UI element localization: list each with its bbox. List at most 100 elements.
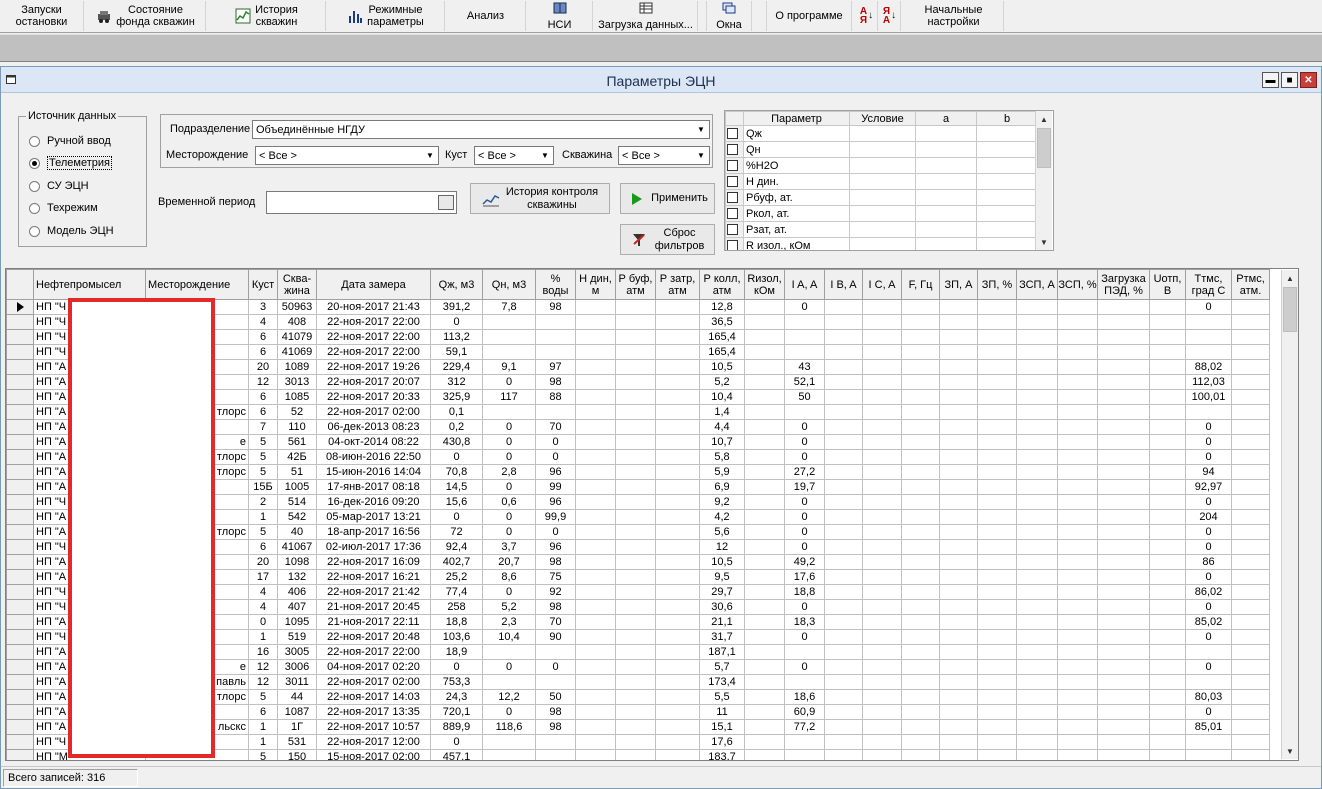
grid-cell[interactable] bbox=[824, 734, 863, 750]
maximize-button[interactable]: ■ bbox=[1281, 72, 1298, 88]
grid-cell[interactable] bbox=[901, 509, 940, 525]
grid-cell[interactable] bbox=[575, 584, 616, 600]
grid-cell[interactable] bbox=[575, 329, 616, 345]
grid-cell[interactable]: 6 bbox=[248, 389, 278, 405]
grid-cell[interactable] bbox=[1149, 404, 1186, 420]
grid-cell[interactable] bbox=[535, 749, 576, 760]
grid-cell[interactable] bbox=[655, 329, 700, 345]
scroll-thumb[interactable] bbox=[1283, 287, 1297, 332]
grid-cell[interactable] bbox=[1231, 329, 1270, 345]
grid-cell[interactable] bbox=[575, 629, 616, 645]
grid-cell[interactable] bbox=[655, 644, 700, 660]
grid-cell[interactable] bbox=[901, 599, 940, 615]
grid-cell[interactable] bbox=[939, 659, 978, 675]
grid-cell[interactable] bbox=[977, 509, 1017, 525]
grid-cell[interactable] bbox=[1231, 359, 1270, 375]
grid-cell[interactable] bbox=[1149, 584, 1186, 600]
grid-cell[interactable] bbox=[977, 479, 1017, 495]
grid-cell[interactable] bbox=[575, 734, 616, 750]
grid-cell[interactable] bbox=[1231, 704, 1270, 720]
grid-cell[interactable]: 98 bbox=[535, 374, 576, 390]
grid-cell[interactable] bbox=[901, 419, 940, 435]
param-checkbox[interactable] bbox=[727, 208, 738, 220]
grid-cell[interactable] bbox=[977, 569, 1017, 585]
grid-cell[interactable]: 0 bbox=[482, 374, 536, 390]
row-indicator[interactable] bbox=[6, 509, 34, 525]
grid-cell[interactable]: 720,1 bbox=[430, 704, 483, 720]
grid-column-header[interactable]: Ттмс, град С bbox=[1185, 269, 1232, 300]
grid-cell[interactable] bbox=[1057, 659, 1098, 675]
grid-cell[interactable]: 406 bbox=[277, 584, 317, 600]
division-combo[interactable]: Объединённые НГДУ ▼ bbox=[252, 120, 710, 139]
grid-cell[interactable] bbox=[1149, 449, 1186, 465]
condition-cell[interactable] bbox=[849, 141, 916, 158]
grid-cell[interactable] bbox=[939, 434, 978, 450]
condition-cell[interactable] bbox=[915, 125, 977, 142]
grid-cell[interactable]: 5 bbox=[248, 449, 278, 465]
grid-cell[interactable]: 85,01 bbox=[1185, 719, 1232, 735]
grid-cell[interactable] bbox=[1097, 344, 1150, 360]
well-history-button[interactable]: История скважин bbox=[208, 1, 326, 31]
grid-cell[interactable] bbox=[655, 689, 700, 705]
grid-cell[interactable]: 1Г bbox=[277, 719, 317, 735]
grid-cell[interactable] bbox=[744, 674, 785, 690]
starts-stops-button[interactable]: Запуски остановки bbox=[0, 1, 84, 31]
grid-cell[interactable]: 0 bbox=[1185, 449, 1232, 465]
grid-cell[interactable] bbox=[824, 479, 863, 495]
grid-column-header[interactable]: Нефтепромысел bbox=[33, 269, 146, 300]
grid-cell[interactable] bbox=[655, 434, 700, 450]
grid-cell[interactable] bbox=[1097, 749, 1150, 760]
grid-cell[interactable]: 77,2 bbox=[784, 719, 825, 735]
grid-cell[interactable]: 229,4 bbox=[430, 359, 483, 375]
grid-cell[interactable] bbox=[862, 569, 902, 585]
grid-cell[interactable] bbox=[1057, 539, 1098, 555]
grid-cell[interactable]: 12,8 bbox=[699, 299, 745, 315]
grid-cell[interactable] bbox=[862, 629, 902, 645]
grid-cell[interactable]: 88,02 bbox=[1185, 359, 1232, 375]
grid-cell[interactable]: 36,5 bbox=[699, 314, 745, 330]
row-indicator[interactable] bbox=[6, 719, 34, 735]
grid-cell[interactable] bbox=[824, 629, 863, 645]
grid-cell[interactable] bbox=[977, 449, 1017, 465]
grid-cell[interactable]: 1087 bbox=[277, 704, 317, 720]
grid-cell[interactable] bbox=[901, 719, 940, 735]
grid-cell[interactable]: 187,1 bbox=[699, 644, 745, 660]
grid-cell[interactable]: 06-дек-2013 08:23 bbox=[316, 419, 431, 435]
param-checkbox[interactable] bbox=[727, 176, 738, 188]
grid-cell[interactable] bbox=[1057, 524, 1098, 540]
grid-cell[interactable] bbox=[862, 449, 902, 465]
grid-cell[interactable] bbox=[1057, 389, 1098, 405]
grid-cell[interactable] bbox=[1016, 374, 1058, 390]
grid-cell[interactable] bbox=[1149, 314, 1186, 330]
grid-cell[interactable] bbox=[615, 629, 656, 645]
grid-cell[interactable]: 85,02 bbox=[1185, 614, 1232, 630]
grid-cell[interactable]: 0,1 bbox=[430, 404, 483, 420]
grid-cell[interactable]: 6 bbox=[248, 539, 278, 555]
grid-cell[interactable]: 11 bbox=[699, 704, 745, 720]
source-radio-su-esp[interactable]: СУ ЭЦН bbox=[29, 179, 89, 193]
grid-cell[interactable] bbox=[1149, 734, 1186, 750]
grid-cell[interactable] bbox=[1016, 344, 1058, 360]
grid-cell[interactable]: 52 bbox=[277, 404, 317, 420]
grid-cell[interactable]: 70,8 bbox=[430, 464, 483, 480]
grid-cell[interactable]: 22-ноя-2017 21:42 bbox=[316, 584, 431, 600]
grid-cell[interactable] bbox=[744, 479, 785, 495]
condition-cell[interactable] bbox=[976, 189, 1038, 206]
grid-cell[interactable] bbox=[744, 554, 785, 570]
grid-cell[interactable]: 18,9 bbox=[430, 644, 483, 660]
grid-cell[interactable] bbox=[939, 704, 978, 720]
grid-cell[interactable]: 04-окт-2014 08:22 bbox=[316, 434, 431, 450]
grid-cell[interactable]: 25,2 bbox=[430, 569, 483, 585]
grid-cell[interactable] bbox=[977, 419, 1017, 435]
grid-column-header[interactable]: ЗП, А bbox=[939, 269, 978, 300]
grid-cell[interactable] bbox=[535, 644, 576, 660]
grid-cell[interactable] bbox=[939, 479, 978, 495]
analysis-button[interactable]: Анализ bbox=[446, 1, 526, 31]
grid-cell[interactable]: 42Б bbox=[277, 449, 317, 465]
row-indicator[interactable] bbox=[6, 599, 34, 615]
condition-cell[interactable] bbox=[849, 157, 916, 174]
grid-cell[interactable] bbox=[977, 389, 1017, 405]
grid-cell[interactable]: 44 bbox=[277, 689, 317, 705]
grid-cell[interactable]: 5,2 bbox=[482, 599, 536, 615]
grid-cell[interactable] bbox=[1231, 419, 1270, 435]
